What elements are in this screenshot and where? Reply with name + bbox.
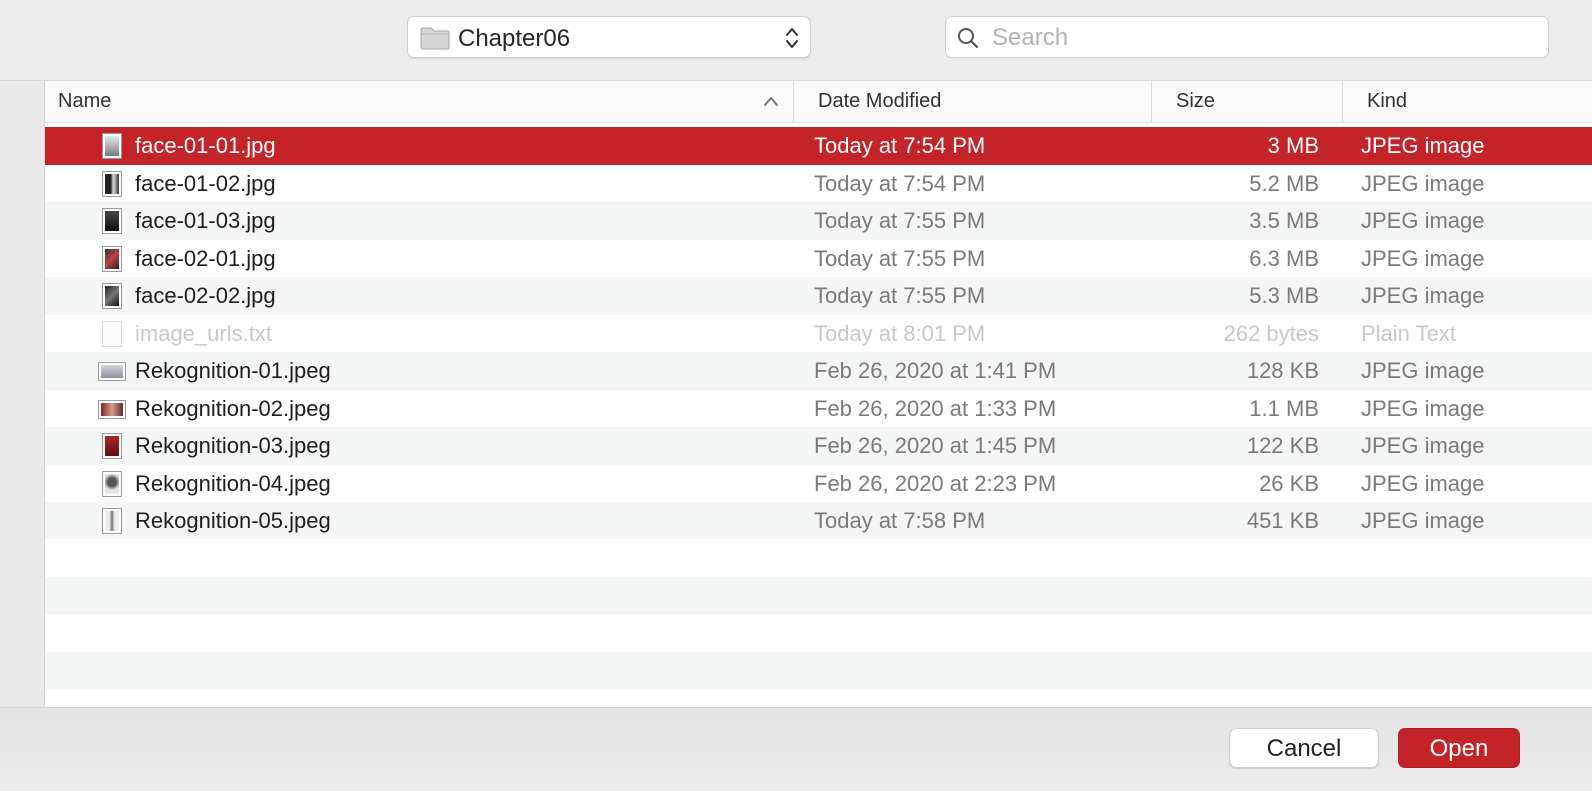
file-size: 5.3 MB <box>1249 283 1319 308</box>
file-name: Rekognition-02.jpeg <box>135 395 331 421</box>
file-kind: JPEG image <box>1361 133 1485 158</box>
image-thumbnail-icon <box>102 245 122 272</box>
file-name: face-01-03.jpg <box>135 208 276 233</box>
file-name: face-01-02.jpg <box>135 170 276 196</box>
sort-ascending-icon[interactable] <box>763 95 779 107</box>
file-date: Feb 26, 2020 at 2:23 PM <box>814 470 1057 496</box>
file-kind: JPEG image <box>1361 245 1485 271</box>
file-size: 6.3 MB <box>1249 245 1319 271</box>
empty-row <box>45 539 1592 577</box>
empty-row <box>45 651 1592 689</box>
file-name: face-02-02.jpg <box>135 283 276 308</box>
dialog-button-bar: Cancel Open <box>0 707 1592 791</box>
open-button[interactable]: Open <box>1398 728 1520 768</box>
file-name: Rekognition-01.jpeg <box>135 358 331 383</box>
search-field[interactable] <box>945 16 1549 58</box>
folder-icon <box>420 27 450 50</box>
image-thumbnail-icon <box>102 283 122 309</box>
file-row[interactable]: face-01-03.jpg Today at 7:55 PM 3.5 MB J… <box>45 202 1592 240</box>
text-document-icon <box>102 320 122 347</box>
column-header-size[interactable]: Size <box>1151 81 1342 123</box>
file-name: Rekognition-05.jpeg <box>135 508 331 533</box>
toolbar: Chapter06 <box>0 0 1592 81</box>
column-header-name[interactable]: Name <box>58 81 793 123</box>
file-size: 122 KB <box>1246 433 1319 458</box>
file-size: 5.2 MB <box>1249 170 1319 196</box>
image-thumbnail-icon <box>102 170 122 197</box>
file-row[interactable]: face-02-02.jpg Today at 7:55 PM 5.3 MB J… <box>45 277 1592 315</box>
image-thumbnail-icon <box>98 362 126 381</box>
file-name: face-02-01.jpg <box>135 245 276 271</box>
column-header-row: Name Date Modified Size Kind <box>45 81 1592 123</box>
file-date: Today at 7:55 PM <box>814 245 986 271</box>
search-input[interactable] <box>990 21 1534 55</box>
file-kind: JPEG image <box>1361 283 1485 308</box>
file-row[interactable]: face-01-02.jpg Today at 7:54 PM 5.2 MB J… <box>45 164 1592 202</box>
file-size: 3 MB <box>1267 133 1319 158</box>
file-row[interactable]: face-01-01.jpg Today at 7:54 PM 3 MB JPE… <box>45 127 1592 165</box>
file-kind: JPEG image <box>1361 358 1485 383</box>
file-kind: JPEG image <box>1361 208 1485 233</box>
column-header-kind[interactable]: Kind <box>1342 81 1592 123</box>
image-thumbnail-icon <box>98 399 126 419</box>
empty-list-area <box>45 539 1592 707</box>
file-row[interactable]: face-02-01.jpg Today at 7:55 PM 6.3 MB J… <box>45 239 1592 277</box>
file-row[interactable]: Rekognition-02.jpeg Feb 26, 2020 at 1:33… <box>45 389 1592 427</box>
column-header-date-label: Date Modified <box>818 90 942 112</box>
cancel-button[interactable]: Cancel <box>1229 728 1379 768</box>
file-kind: JPEG image <box>1361 170 1485 196</box>
file-row-disabled: image_urls.txt Today at 8:01 PM 262 byte… <box>45 314 1592 352</box>
file-row[interactable]: Rekognition-04.jpeg Feb 26, 2020 at 2:23… <box>45 464 1592 502</box>
chevron-up-down-icon <box>786 28 798 48</box>
image-thumbnail-icon <box>102 133 122 159</box>
file-kind: JPEG image <box>1361 395 1485 421</box>
file-date: Today at 7:54 PM <box>814 133 986 158</box>
file-date: Today at 7:54 PM <box>814 170 986 196</box>
file-row[interactable]: Rekognition-05.jpeg Today at 7:58 PM 451… <box>45 502 1592 540</box>
empty-row <box>45 576 1592 614</box>
column-header-kind-label: Kind <box>1367 90 1408 112</box>
file-size: 128 KB <box>1246 358 1319 383</box>
file-name: image_urls.txt <box>135 320 272 346</box>
file-kind: Plain Text <box>1361 320 1456 346</box>
file-row[interactable]: Rekognition-01.jpeg Feb 26, 2020 at 1:41… <box>45 352 1592 390</box>
file-date: Today at 7:55 PM <box>814 283 986 308</box>
file-date: Today at 7:55 PM <box>814 208 986 233</box>
file-date: Feb 26, 2020 at 1:33 PM <box>814 395 1057 421</box>
file-rows: face-01-01.jpg Today at 7:54 PM 3 MB JPE… <box>45 127 1592 540</box>
file-date: Feb 26, 2020 at 1:41 PM <box>814 358 1057 383</box>
file-name: Rekognition-04.jpeg <box>135 470 331 496</box>
image-thumbnail-icon <box>102 433 122 459</box>
image-thumbnail-icon <box>102 470 122 497</box>
file-size: 451 KB <box>1246 508 1319 533</box>
file-size: 1.1 MB <box>1249 395 1319 421</box>
column-header-date[interactable]: Date Modified <box>793 81 1151 123</box>
column-header-name-label: Name <box>58 90 112 112</box>
image-thumbnail-icon <box>102 208 122 234</box>
sidebar <box>0 81 45 707</box>
file-kind: JPEG image <box>1361 508 1485 533</box>
file-name: face-01-01.jpg <box>135 133 276 158</box>
file-size: 3.5 MB <box>1249 208 1319 233</box>
file-kind: JPEG image <box>1361 433 1485 458</box>
file-date: Today at 8:01 PM <box>814 320 986 346</box>
folder-location-popup[interactable]: Chapter06 <box>407 16 811 58</box>
file-name: Rekognition-03.jpeg <box>135 433 331 458</box>
empty-row <box>45 689 1592 707</box>
file-size: 262 bytes <box>1223 320 1319 346</box>
search-icon <box>958 28 979 49</box>
file-size: 26 KB <box>1259 470 1319 496</box>
file-list: Name Date Modified Size Kind face-01-01.… <box>45 81 1592 707</box>
folder-name: Chapter06 <box>458 25 571 52</box>
empty-row <box>45 614 1592 652</box>
file-date: Today at 7:58 PM <box>814 508 986 533</box>
file-kind: JPEG image <box>1361 470 1485 496</box>
file-date: Feb 26, 2020 at 1:45 PM <box>814 433 1057 458</box>
file-row[interactable]: Rekognition-03.jpeg Feb 26, 2020 at 1:45… <box>45 427 1592 465</box>
image-thumbnail-icon <box>102 508 122 534</box>
column-header-size-label: Size <box>1176 90 1215 112</box>
